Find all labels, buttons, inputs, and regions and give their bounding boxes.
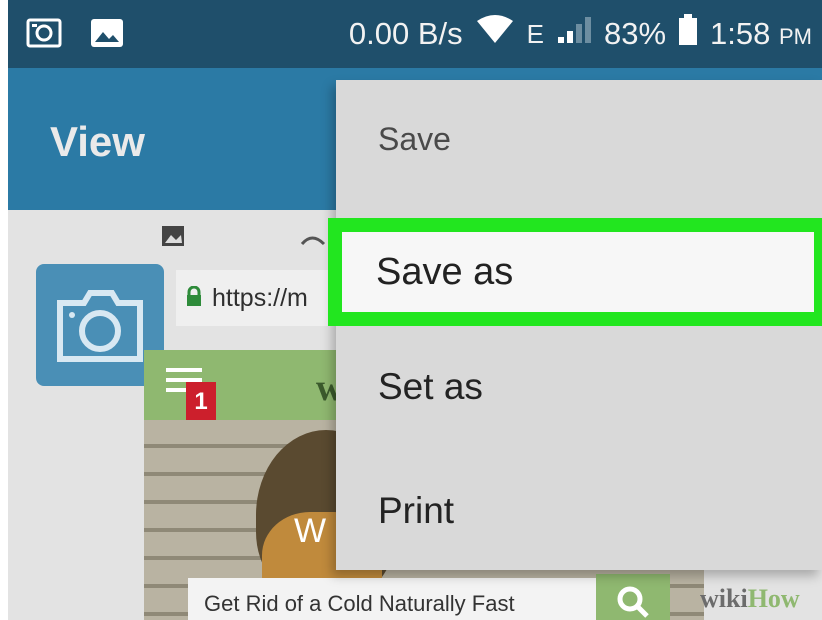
search-icon bbox=[596, 574, 670, 620]
status-bar: 0.00 B/s E 83% 1:58 PM bbox=[8, 0, 822, 68]
lock-icon bbox=[186, 284, 202, 313]
overflow-menu: Save Save as Set as Print bbox=[328, 80, 822, 570]
menu-item-save-as[interactable]: Save as bbox=[328, 218, 822, 326]
page-title: View bbox=[50, 118, 145, 165]
wifi-icon bbox=[475, 15, 515, 53]
illustration-text: W bbox=[294, 512, 327, 550]
notification-badge: 1 bbox=[186, 382, 216, 422]
url-text: https://m bbox=[212, 283, 308, 312]
battery-icon bbox=[678, 14, 698, 54]
menu-item-print[interactable]: Print bbox=[336, 452, 822, 570]
search-field: Get Rid of a Cold Naturally Fast bbox=[188, 578, 598, 620]
wikihow-watermark: wikiHow bbox=[700, 584, 800, 613]
network-type: E bbox=[526, 18, 544, 49]
signal-icon bbox=[556, 15, 592, 53]
screenshot-icon bbox=[26, 18, 62, 53]
image-status-icons bbox=[162, 224, 342, 253]
network-speed: 0.00 B/s bbox=[348, 16, 463, 51]
gallery-icon bbox=[90, 18, 124, 53]
menu-item-save[interactable]: Save bbox=[336, 80, 822, 198]
battery-percent: 83% bbox=[603, 16, 667, 51]
clock: 1:58 PM bbox=[710, 16, 812, 51]
menu-item-set-as[interactable]: Set as bbox=[336, 328, 822, 446]
device-screen: 0.00 B/s E 83% 1:58 PM View https://m 1 … bbox=[8, 0, 822, 620]
